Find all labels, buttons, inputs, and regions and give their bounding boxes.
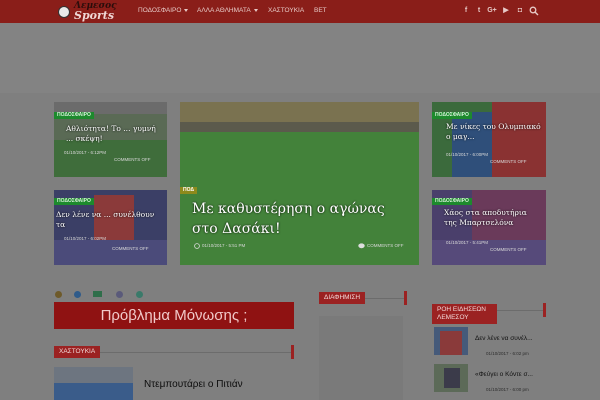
featured-card-top-left[interactable]: ΠΟΔΟΣΦΑΙΡΟ Αθλιότητα! Το ... γυμνή ... σ… xyxy=(54,102,167,177)
card-comments: COMMENTS OFF xyxy=(490,159,527,164)
site-logo[interactable]: Λεμεσος Sports xyxy=(54,1,128,22)
news-feed-item-date: 01/10/2017 - 6:02 pm xyxy=(486,351,529,356)
facebook-icon[interactable]: f xyxy=(461,6,471,16)
search-icon[interactable] xyxy=(529,6,539,16)
card-date: 01/10/2017 - 6:02PM xyxy=(64,236,107,241)
team-logo-icon[interactable] xyxy=(136,291,143,298)
nav-item-label: ΒΕΤ xyxy=(314,7,327,14)
chevron-down-icon xyxy=(184,8,189,12)
youtube-icon[interactable]: ▶ xyxy=(501,6,511,16)
card-title[interactable]: Δεν λένε να ... συνέλθουν τα xyxy=(56,210,161,230)
card-date: 01/10/2017 - 6:00PM xyxy=(446,152,489,157)
category-badge[interactable]: ΠΟΔΟΣΦΑΙΡΟ xyxy=(54,198,94,205)
section-header-accent xyxy=(543,303,546,317)
thumbnail-figure xyxy=(444,368,460,388)
chevron-down-icon xyxy=(253,8,258,12)
nav-item-hastoukia[interactable]: ΧΑΣΤΟΥΚΙΑ xyxy=(268,6,304,16)
card-comments: COMMENTS OFF xyxy=(112,246,149,251)
featured-card-bottom-right[interactable]: ΠΟΔΟΣΦΑΙΡΟ Χάος στα αποδυτήρια της Μπαρτ… xyxy=(432,190,546,265)
football-logo-icon xyxy=(58,6,70,18)
category-badge[interactable]: ΠΟΔΟΣΦΑΙΡΟ xyxy=(432,112,472,119)
nav-item-other-sports[interactable]: ΑΛΛΑ ΑΘΛΗΜΑΤΑ xyxy=(197,6,258,16)
category-badge[interactable]: ΠΟΔΟΣΦΑΙΡΟ xyxy=(54,112,94,119)
top-ad-banner-area xyxy=(0,23,600,93)
thumbnail-banner-strip xyxy=(54,383,133,400)
card-comments: COMMENTS OFF xyxy=(490,247,527,252)
category-badge[interactable]: ΠΟΔΟΣΦΑΙΡΟ xyxy=(432,198,472,205)
news-feed-item-title[interactable]: «Φεύγει ο Κόντε σ... xyxy=(475,370,533,379)
promo-text: Πρόβλημα Μόνωσης ; xyxy=(100,307,248,324)
section-header-hastoukia[interactable]: ΧΑΣΤΟΥΚΙΑ xyxy=(54,346,101,358)
news-feed-item-title[interactable]: Δεν λένε να συνέλ... xyxy=(475,334,533,343)
news-feed-thumbnail[interactable] xyxy=(434,364,468,392)
card-title[interactable]: Χάος στα αποδυτήρια της Μπαρτσελόνα xyxy=(444,208,542,228)
featured-card-bottom-left[interactable]: ΠΟΔΟΣΦΑΙΡΟ Δεν λένε να ... συνέλθουν τα … xyxy=(54,190,167,265)
logo-text-line2: Sports xyxy=(74,9,115,22)
card-title[interactable]: Με νίκες του Ολυμπιακό ο μαγ... xyxy=(446,122,542,142)
article-title[interactable]: Ντεμπουτάρει ο Πιτιάν xyxy=(144,378,243,391)
card-image-boards xyxy=(180,122,419,132)
team-logo-icon[interactable] xyxy=(116,291,123,298)
nav-item-label: ΑΛΛΑ ΑΘΛΗΜΑΤΑ xyxy=(197,7,251,14)
nav-item-label: ΧΑΣΤΟΥΚΙΑ xyxy=(268,7,305,14)
section-header-advert: ΔΙΑΦΗΜΙΣΗ xyxy=(319,292,366,304)
advert-box[interactable] xyxy=(319,316,403,400)
section-header-accent xyxy=(291,345,294,359)
section-header-news-feed[interactable]: ΡΟΗ ΕΙΔΗΣΕΩΝ ΛΕΜΕΣΟΥ xyxy=(432,304,497,324)
article-thumbnail[interactable] xyxy=(54,367,133,400)
nav-item-label: ΠΟΔΟΣΦΑΙΡΟ xyxy=(138,7,182,14)
card-title[interactable]: Αθλιότητα! Το ... γυμνή ... σκέψη! xyxy=(66,124,162,144)
card-image-crowd xyxy=(54,240,167,265)
thumbnail-figure xyxy=(440,331,462,355)
card-comments: COMMENTS OFF xyxy=(367,243,404,248)
team-logo-icon[interactable] xyxy=(74,291,81,298)
clock-icon xyxy=(194,243,200,249)
news-feed-item-date: 01/10/2017 - 6:00 pm xyxy=(486,387,529,392)
nav-item-bet[interactable]: ΒΕΤ xyxy=(314,6,327,16)
google-plus-icon[interactable]: G+ xyxy=(487,6,497,16)
team-logo-icon[interactable] xyxy=(55,291,62,298)
instagram-icon[interactable]: ◘ xyxy=(515,6,525,16)
featured-card-top-right[interactable]: ΠΟΔΟΣΦΑΙΡΟ Με νίκες του Ολυμπιακό ο μαγ.… xyxy=(432,102,546,177)
featured-card-main[interactable]: ΠΟΔ Με καθυστέρηση ο αγώνας στο Δασάκι! … xyxy=(180,102,419,265)
card-date: 01/10/2017 - 6:12PM xyxy=(64,150,107,155)
comment-icon xyxy=(358,243,365,249)
news-feed-thumbnail[interactable] xyxy=(434,327,468,355)
card-title[interactable]: Με καθυστέρηση ο αγώνας στο Δασάκι! xyxy=(192,199,412,239)
section-header-accent xyxy=(404,291,407,305)
category-badge[interactable]: ΠΟΔ xyxy=(180,187,197,194)
card-image-stands xyxy=(180,102,419,122)
card-date: 01/10/2017 - 5:41PM xyxy=(446,240,489,245)
twitter-icon[interactable]: t xyxy=(474,6,484,16)
card-comments: COMMENTS OFF xyxy=(114,157,151,162)
card-date: 01/10/2017 - 5:51 PM xyxy=(202,243,246,248)
promo-banner[interactable]: Πρόβλημα Μόνωσης ; xyxy=(54,302,294,329)
team-logo-icon[interactable] xyxy=(93,291,102,297)
nav-item-football[interactable]: ΠΟΔΟΣΦΑΙΡΟ xyxy=(138,6,189,16)
